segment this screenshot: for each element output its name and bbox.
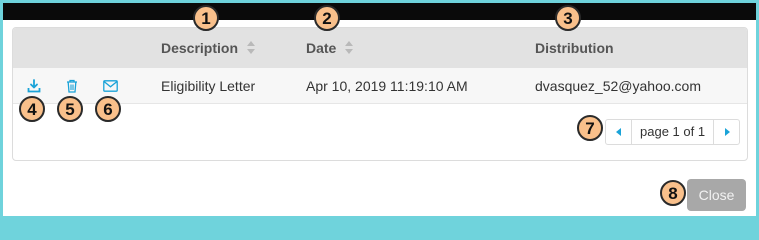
callout-badge-8: 8: [660, 180, 686, 206]
envelope-icon[interactable]: [102, 78, 118, 94]
chevron-right-icon[interactable]: [713, 120, 739, 144]
sort-icon[interactable]: [345, 41, 354, 55]
trash-icon[interactable]: [64, 78, 80, 94]
header-date[interactable]: Date: [306, 40, 354, 56]
cell-distribution: dvasquez_52@yahoo.com: [535, 78, 701, 94]
callout-badge-7: 7: [577, 115, 603, 141]
cell-date: Apr 10, 2019 11:19:10 AM: [306, 78, 468, 94]
cell-description: Eligibility Letter: [161, 78, 256, 94]
table-header: Description Date Distribution: [13, 28, 747, 68]
callout-badge-5: 5: [57, 96, 83, 122]
callout-badge-6: 6: [95, 96, 121, 122]
sort-icon[interactable]: [247, 41, 256, 55]
close-button[interactable]: Close: [687, 179, 746, 211]
dialog-top-bar: [3, 3, 756, 20]
header-distribution-label: Distribution: [535, 40, 614, 56]
chevron-left-icon[interactable]: [606, 120, 632, 144]
documents-panel: Description Date Distribution Eligibilit…: [12, 27, 748, 161]
header-distribution: Distribution: [535, 40, 614, 56]
pagination: page 1 of 1: [605, 119, 741, 145]
callout-badge-2: 2: [314, 5, 340, 31]
callout-badge-1: 1: [193, 5, 219, 31]
callout-badge-4: 4: [19, 96, 45, 122]
page-indicator: page 1 of 1: [640, 124, 706, 139]
table-row: Eligibility Letter Apr 10, 2019 11:19:10…: [13, 68, 747, 104]
download-icon[interactable]: [26, 78, 42, 94]
header-date-label: Date: [306, 40, 337, 56]
callout-badge-3: 3: [555, 5, 581, 31]
header-description-label: Description: [161, 40, 239, 56]
header-description[interactable]: Description: [161, 40, 256, 56]
